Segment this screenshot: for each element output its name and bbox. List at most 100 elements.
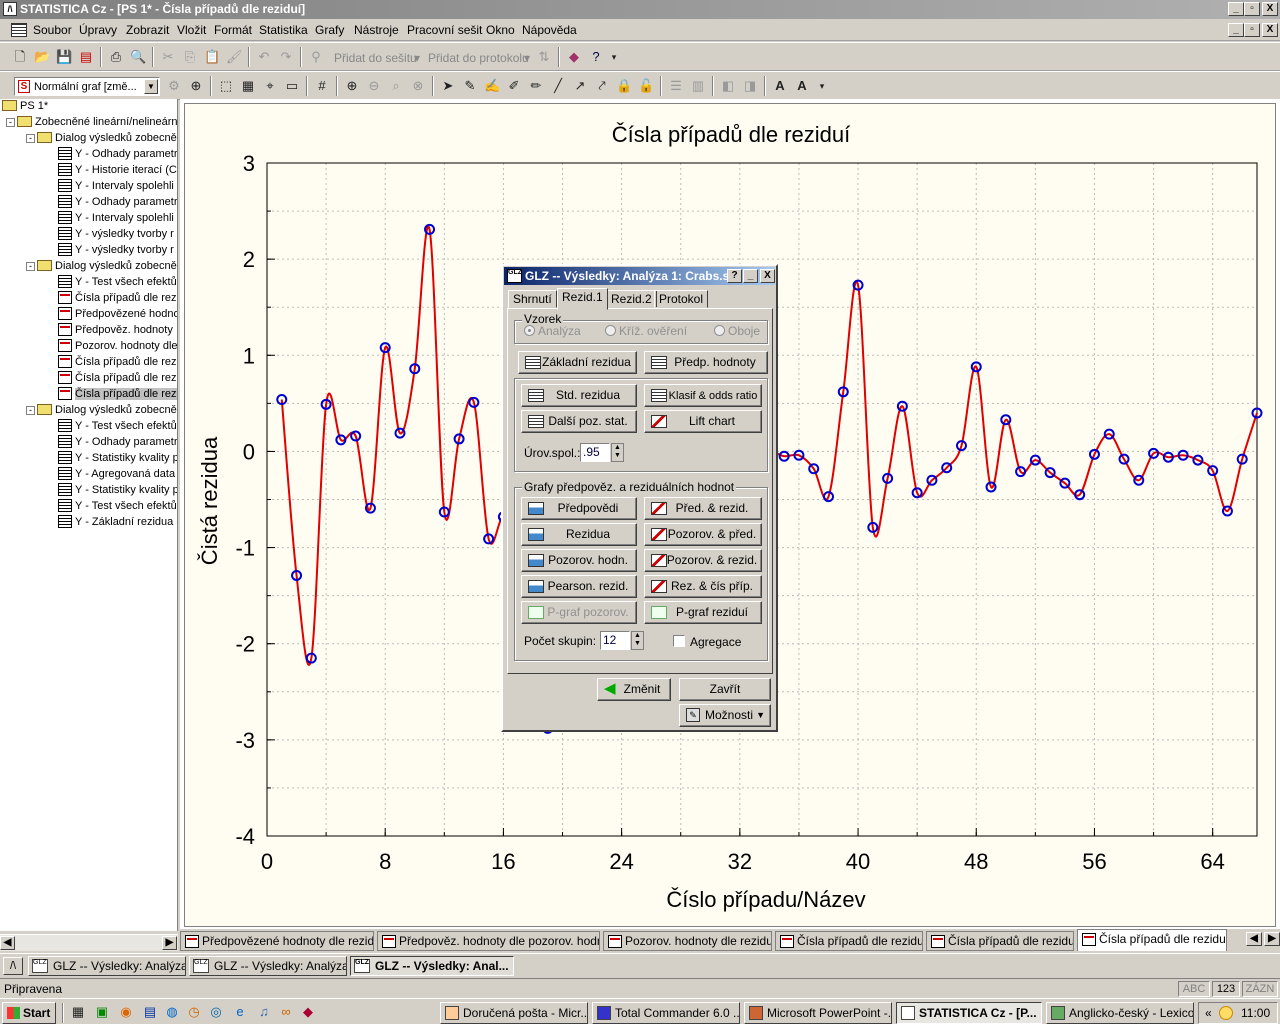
- open-icon[interactable]: 📂: [34, 49, 50, 65]
- send-back-icon[interactable]: ◨: [742, 78, 758, 94]
- quicklaunch-save-icon[interactable]: ▤: [142, 1004, 158, 1020]
- arrow-icon[interactable]: ↗: [572, 78, 588, 94]
- redo-icon[interactable]: ↷: [278, 49, 294, 65]
- doc-close-button[interactable]: X: [1262, 23, 1278, 37]
- radio-kriz-overeni[interactable]: Kříž. ověření: [605, 324, 687, 338]
- dialog-close-button[interactable]: X: [760, 269, 775, 283]
- tree-item[interactable]: Y - výsledky tvorby r: [58, 227, 174, 243]
- quicklaunch-glasses-icon[interactable]: ∞: [278, 1004, 294, 1020]
- scroll-left-arrow-icon[interactable]: ◀: [0, 936, 15, 950]
- mdi-glz-active[interactable]: GLZ GLZ -- Výsledky: Anal...: [350, 956, 514, 976]
- pgraph-residuals-button[interactable]: P-graf reziduí: [644, 601, 762, 624]
- tab-rezid2[interactable]: Rezid.2: [606, 290, 657, 308]
- quicklaunch-music-icon[interactable]: ♫: [256, 1004, 272, 1020]
- lift-chart-button[interactable]: Lift chart: [644, 410, 762, 433]
- tree-item[interactable]: Předpověz. hodnoty: [58, 323, 173, 339]
- dropdown-arrow-icon[interactable]: ▾: [414, 51, 420, 65]
- doc-tab-3[interactable]: Pozorov. hodnoty dle reziduí: [603, 931, 772, 951]
- add-to-workbook-button[interactable]: Přidat do sešitu: [334, 51, 417, 65]
- tree-root[interactable]: PS 1*: [2, 99, 48, 115]
- collapse-icon[interactable]: -: [26, 262, 35, 271]
- menu-soubor[interactable]: Soubor: [33, 23, 72, 37]
- taskbar-powerpoint[interactable]: Microsoft PowerPoint -...: [744, 1002, 892, 1024]
- undo-icon[interactable]: ↶: [256, 49, 272, 65]
- tree-item[interactable]: Y - Odhady parametr: [58, 147, 177, 163]
- dropdown-arrow-icon[interactable]: ▾: [524, 51, 530, 65]
- document-icon[interactable]: [11, 23, 27, 37]
- tree-item[interactable]: Y - Test všech efektů: [58, 419, 177, 435]
- grid-icon[interactable]: #: [314, 78, 330, 94]
- tree-item[interactable]: Y - Odhady parametr: [58, 435, 177, 451]
- predicted-values-button[interactable]: Předp. hodnoty: [644, 351, 768, 374]
- print-preview-icon[interactable]: 🔍: [130, 49, 146, 65]
- mdi-glz-analysis-2[interactable]: GLZGLZ -- Výsledky: Analýza 2...: [189, 956, 347, 976]
- tree-item[interactable]: Y - Statistiky kvality p: [58, 483, 177, 499]
- tree-item[interactable]: Čísla případů dle rezi: [58, 387, 177, 403]
- dialog-minimize-button[interactable]: _: [743, 269, 758, 283]
- tray-clock-icon[interactable]: [1219, 1006, 1233, 1020]
- quicklaunch-diamond-icon[interactable]: ◆: [300, 1004, 316, 1020]
- format-painter-icon[interactable]: 🖌: [226, 49, 243, 65]
- select-graph-icon[interactable]: ⬚: [218, 78, 234, 94]
- taskbar-statistica[interactable]: STATISTICA Cz - [P...: [896, 1002, 1042, 1024]
- font-size-icon[interactable]: A: [772, 78, 788, 94]
- confidence-spinner[interactable]: ▲ ▼: [611, 443, 624, 462]
- tree-item[interactable]: Y - Test všech efektů: [58, 275, 177, 291]
- quicklaunch-calc-icon[interactable]: ▦: [70, 1004, 86, 1020]
- taskbar-total-commander[interactable]: Total Commander 6.0 ...: [592, 1002, 740, 1024]
- menu-zobrazit[interactable]: Zobrazit: [126, 23, 169, 37]
- options-button[interactable]: ✎ Možnosti ▼: [679, 704, 771, 727]
- resid-case-button[interactable]: Rez. & čís příp.: [644, 575, 762, 598]
- tree-item[interactable]: Y - Základní rezidua (: [58, 515, 177, 531]
- menu-format[interactable]: Formát: [214, 23, 252, 37]
- tree-item[interactable]: Y - Historie iterací (Cr: [58, 163, 177, 179]
- menu-vlozit[interactable]: Vložit: [177, 23, 206, 37]
- menu-nastroje[interactable]: Nástroje: [354, 23, 399, 37]
- text-icon[interactable]: ✐: [506, 78, 522, 94]
- bring-front-icon[interactable]: ◧: [720, 78, 736, 94]
- start-button[interactable]: Start: [2, 1002, 56, 1024]
- radio-analyza[interactable]: Analýza: [524, 324, 581, 338]
- polyline-icon[interactable]: ⤤: [594, 78, 610, 94]
- quicklaunch-clock-icon[interactable]: ◷: [186, 1004, 202, 1020]
- menu-pracovni-sesit[interactable]: Pracovní sešit: [407, 23, 482, 37]
- zoom-out-icon[interactable]: ⊖: [366, 78, 382, 94]
- tree-item[interactable]: Y - Intervaly spolehli: [58, 179, 174, 195]
- taskbar-lexicon[interactable]: Anglicko-český - Lexicon: [1046, 1002, 1194, 1024]
- menu-statistika[interactable]: Statistika: [259, 23, 308, 37]
- pearson-resid-button[interactable]: Pearson. rezid.: [521, 575, 637, 598]
- obs-pred-button[interactable]: Pozorov. & před.: [644, 523, 762, 546]
- reset-zoom-icon[interactable]: ⊗: [410, 78, 426, 94]
- zoom-region-icon[interactable]: ⌕: [388, 78, 404, 94]
- tabs-scroll-right-icon[interactable]: ▶: [1264, 932, 1280, 946]
- sort-icon[interactable]: ⇅: [536, 49, 552, 65]
- radio-oboje[interactable]: Oboje: [714, 324, 760, 338]
- tree-item[interactable]: Čísla případů dle rezi: [58, 291, 177, 307]
- doc-tab-1[interactable]: Předpovězené hodnoty dle reziduí: [180, 931, 374, 951]
- collapse-icon[interactable]: -: [26, 134, 35, 143]
- obs-resid-button[interactable]: Pozorov. & rezid.: [644, 549, 762, 572]
- tab-rezid1[interactable]: Rezid.1: [557, 288, 608, 310]
- chevron-down-icon[interactable]: ▼: [144, 79, 158, 94]
- dialog-help-button[interactable]: ?: [727, 269, 742, 283]
- minimize-button[interactable]: _: [1228, 2, 1244, 16]
- pdf-icon[interactable]: ▤: [78, 49, 94, 65]
- tree-item[interactable]: Y - výsledky tvorby r: [58, 243, 174, 259]
- groups-count-spinner[interactable]: ▲ ▼: [631, 631, 644, 650]
- new-icon[interactable]: 🗋: [12, 49, 28, 65]
- menu-okno[interactable]: Okno: [486, 23, 515, 37]
- graph-type-select[interactable]: S Normální graf [změ... ▼: [14, 77, 160, 96]
- collapse-icon[interactable]: -: [6, 118, 15, 127]
- class-odds-ratio-button[interactable]: Klasif & odds ratio: [644, 384, 762, 407]
- app-icon[interactable]: /\: [3, 2, 17, 16]
- window-icon[interactable]: ▭: [284, 78, 300, 94]
- collapse-icon[interactable]: -: [26, 406, 35, 415]
- groups-count-input[interactable]: 12: [600, 631, 630, 650]
- align-icon[interactable]: ☰: [668, 78, 684, 94]
- doc-tab-5[interactable]: Čísla případů dle reziduí: [926, 931, 1074, 951]
- distribute-icon[interactable]: ▥: [690, 78, 706, 94]
- print-icon[interactable]: ⎙: [108, 49, 124, 65]
- edit-icon[interactable]: ✍: [484, 78, 500, 94]
- aggregate-checkbox[interactable]: [673, 635, 685, 647]
- tree-item[interactable]: Y - Agregovaná data: [58, 467, 175, 483]
